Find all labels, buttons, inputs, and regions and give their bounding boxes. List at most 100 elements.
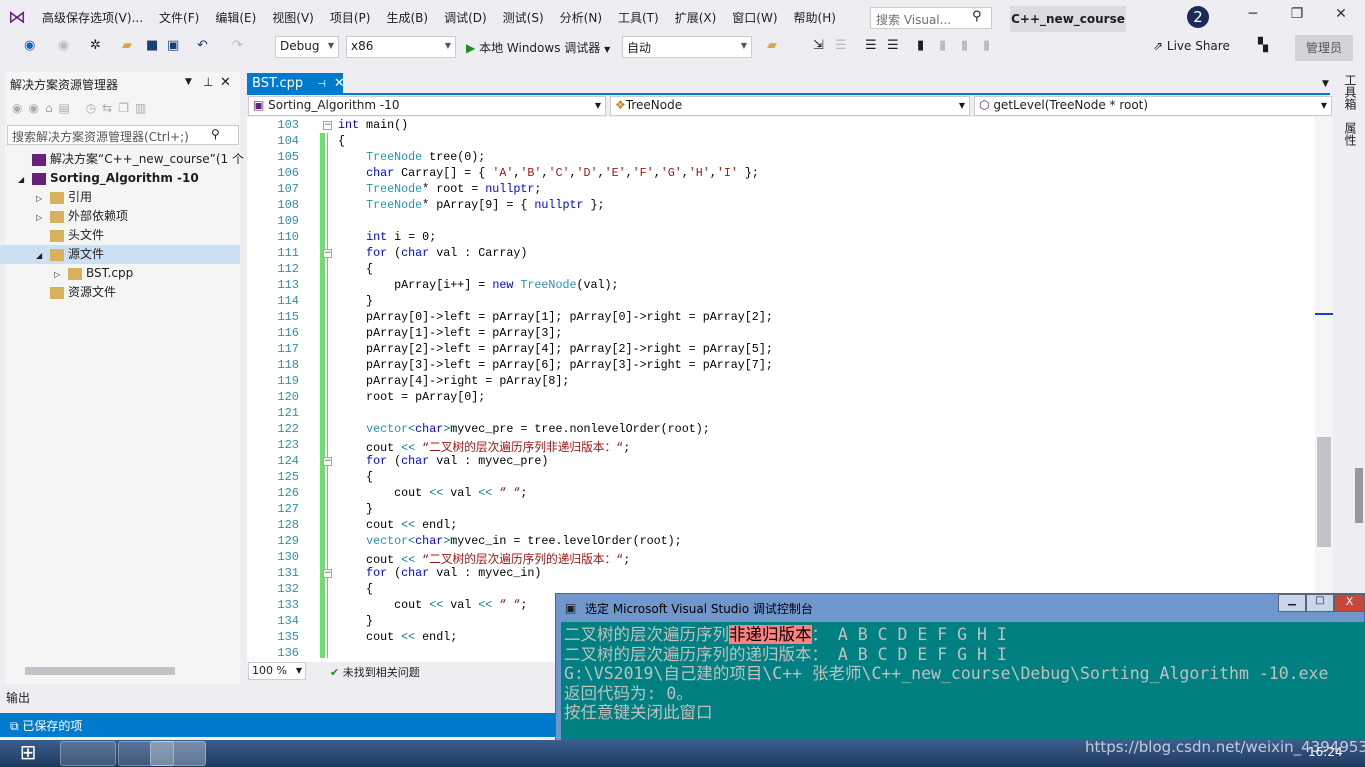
code-line[interactable]: } xyxy=(338,502,373,516)
code-line[interactable]: cout << val << “ “; xyxy=(338,486,527,500)
code-line[interactable]: cout << “二叉树的层次遍历序列非递归版本：“; xyxy=(338,438,630,455)
live-share-button[interactable]: ⇗ Live Share xyxy=(1153,39,1230,53)
code-line[interactable]: for (char val : Carray) xyxy=(338,246,527,260)
menu-item[interactable]: 项目(P) xyxy=(322,9,379,26)
zoom-select[interactable]: 100 % ▼ xyxy=(248,662,306,680)
code-line[interactable]: TreeNode* pArray[9] = { nullptr }; xyxy=(338,198,604,212)
code-line[interactable]: cout << endl; xyxy=(338,630,457,644)
menu-item[interactable]: 分析(N) xyxy=(552,9,610,26)
clear-bookmarks-icon[interactable]: ▮ xyxy=(983,38,990,53)
expander-icon[interactable]: ▷ xyxy=(36,189,50,208)
code-line[interactable]: cout << endl; xyxy=(338,518,457,532)
tree-item[interactable]: ◢ 源文件 xyxy=(0,245,240,264)
fold-toggle-icon[interactable]: − xyxy=(323,457,332,466)
start-button[interactable]: ⊞ xyxy=(4,740,52,767)
code-line[interactable]: pArray[i++] = new TreeNode(val); xyxy=(338,278,618,292)
code-line[interactable]: pArray[0]->left = pArray[1]; pArray[0]->… xyxy=(338,310,773,324)
step-icon[interactable]: ⇲ xyxy=(813,38,824,53)
menu-item[interactable]: 窗口(W) xyxy=(724,9,785,26)
expander-icon[interactable]: ◢ xyxy=(36,246,50,265)
search-icon[interactable]: ⚲ xyxy=(972,9,982,24)
menu-item[interactable]: 调试(D) xyxy=(436,9,495,26)
menu-item[interactable]: 文件(F) xyxy=(151,9,207,26)
fold-toggle-icon[interactable]: − xyxy=(323,249,332,258)
undo-icon[interactable]: ↶ xyxy=(197,38,208,53)
fold-toggle-icon[interactable]: − xyxy=(323,569,332,578)
uncomment-icon[interactable]: ☰ xyxy=(887,38,899,53)
platform-select[interactable]: x86 ▼ xyxy=(346,36,456,58)
console-minimize-button[interactable]: ▁ xyxy=(1278,594,1306,612)
next-bookmark-icon[interactable]: ▮ xyxy=(961,38,968,53)
tab-bst-cpp[interactable]: BST.cpp ⊣ ✕ xyxy=(247,73,345,95)
code-line[interactable]: { xyxy=(338,470,373,484)
dropdown-icon[interactable]: ▼ xyxy=(185,77,192,87)
redo-icon[interactable]: ↷ xyxy=(232,38,243,53)
toolbox-tab[interactable]: 工具箱 xyxy=(1342,74,1359,110)
code-line[interactable]: { xyxy=(338,582,373,596)
sidebar-scrollbar[interactable] xyxy=(25,667,175,675)
save-all-icon[interactable]: ▣ xyxy=(167,38,179,53)
expander-icon[interactable]: ▷ xyxy=(54,265,68,284)
close-button[interactable]: ✕ xyxy=(1326,6,1356,28)
find-in-files-icon[interactable]: ▰ xyxy=(767,38,777,53)
code-line[interactable]: vector<char>myvec_pre = tree.nonlevelOrd… xyxy=(338,422,710,436)
code-line[interactable]: } xyxy=(338,294,373,308)
issues-status[interactable]: ✔ 未找到相关问题 xyxy=(330,664,420,680)
code-line[interactable]: cout << val << “ “; xyxy=(338,598,527,612)
menu-item[interactable]: 帮助(H) xyxy=(786,9,844,26)
expander-icon[interactable]: ▷ xyxy=(36,208,50,227)
bookmark-icon[interactable]: ▮ xyxy=(917,38,924,53)
tree-item[interactable]: ▷ 引用 xyxy=(0,188,240,207)
code-line[interactable]: { xyxy=(338,262,373,276)
prev-bookmark-icon[interactable]: ▮ xyxy=(939,38,946,53)
close-tab-icon[interactable]: ✕ xyxy=(334,76,345,91)
menu-item[interactable]: 视图(V) xyxy=(264,9,322,26)
code-line[interactable]: pArray[4]->right = pArray[8]; xyxy=(338,374,569,388)
properties-tab[interactable]: 属性 xyxy=(1342,122,1359,146)
tab-overflow-icon[interactable]: ▼ xyxy=(1322,79,1329,89)
code-line[interactable]: vector<char>myvec_in = tree.levelOrder(r… xyxy=(338,534,682,548)
back-icon[interactable]: ◉ xyxy=(24,38,35,53)
save-icon[interactable]: ■ xyxy=(146,38,158,53)
sidebar-toolbar-icons[interactable]: ◉◉⌂▤ ◷⇆❐▥ xyxy=(12,101,152,115)
menu-item[interactable]: 生成(B) xyxy=(378,9,436,26)
tree-item[interactable]: 头文件 xyxy=(0,226,240,245)
fold-toggle-icon[interactable]: − xyxy=(323,121,332,130)
tree-item[interactable]: ◢ Sorting_Algorithm -10 xyxy=(0,169,240,188)
open-folder-icon[interactable]: ▰ xyxy=(122,38,132,53)
tree-item[interactable]: ▷ 外部依赖项 xyxy=(0,207,240,226)
config-select[interactable]: Debug ▼ xyxy=(275,36,339,58)
minimize-button[interactable]: ─ xyxy=(1238,6,1268,28)
restore-button[interactable]: ❐ xyxy=(1282,6,1312,28)
search-icon[interactable]: ⚲ xyxy=(211,127,220,141)
admin-badge[interactable]: 管理员 xyxy=(1295,35,1353,61)
new-project-icon[interactable]: ✲ xyxy=(90,38,101,53)
code-line[interactable]: cout << “二叉树的层次遍历序列的递归版本：“; xyxy=(338,550,630,567)
menu-item[interactable]: 测试(S) xyxy=(495,9,552,26)
code-line[interactable]: pArray[3]->left = pArray[6]; pArray[3]->… xyxy=(338,358,773,372)
run-debugger-button[interactable]: ▶ 本地 Windows 调试器 ▼ xyxy=(466,39,610,56)
menu-item[interactable]: 编辑(E) xyxy=(207,9,264,26)
code-line[interactable]: root = pArray[0]; xyxy=(338,390,485,404)
code-line[interactable]: for (char val : myvec_in) xyxy=(338,566,541,580)
code-line[interactable]: TreeNode tree(0); xyxy=(338,150,485,164)
console-close-button[interactable]: X xyxy=(1334,594,1365,612)
pin-icon[interactable]: ⊣ xyxy=(317,79,326,90)
tree-item[interactable]: 资源文件 xyxy=(0,283,240,302)
right-scrollbar[interactable] xyxy=(1355,468,1363,523)
class-nav-select[interactable]: ❖TreeNode ▼ xyxy=(610,96,970,116)
code-line[interactable]: for (char val : myvec_pre) xyxy=(338,454,548,468)
code-line[interactable]: { xyxy=(338,134,345,148)
code-editor[interactable]: 103 int main() 104 {105 TreeNode tree(0); 10… xyxy=(247,117,1315,662)
menu-item[interactable]: 工具(T) xyxy=(610,9,667,26)
taskbar-chrome[interactable] xyxy=(60,741,116,766)
close-icon[interactable]: ✕ xyxy=(220,75,231,90)
tree-item[interactable]: 解决方案“C++_new_course”(1 个 xyxy=(0,150,244,169)
indent-icon[interactable]: ☰ xyxy=(835,38,847,53)
code-line[interactable]: int i = 0; xyxy=(338,230,436,244)
code-line[interactable]: pArray[2]->left = pArray[4]; pArray[2]->… xyxy=(338,342,773,356)
comment-icon[interactable]: ☰ xyxy=(865,38,877,53)
feedback-icon[interactable]: ▚ xyxy=(1258,38,1268,53)
code-line[interactable]: pArray[1]->left = pArray[3]; xyxy=(338,326,562,340)
expander-icon[interactable]: ◢ xyxy=(18,170,32,189)
